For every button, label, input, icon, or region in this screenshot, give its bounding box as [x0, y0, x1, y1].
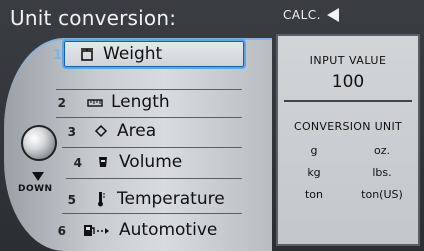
selector-knob[interactable] — [21, 125, 57, 161]
menu-item-weight[interactable]: 1 Weight — [53, 39, 246, 69]
menu-number: 2 — [57, 96, 66, 110]
calc-label: CALC. — [283, 8, 321, 22]
cup-icon — [94, 153, 112, 171]
menu-number: 3 — [67, 125, 76, 139]
page-title: Unit conversion: — [10, 6, 177, 30]
menu-divider — [66, 178, 242, 179]
menu-number: 1 — [52, 48, 62, 63]
unit-g[interactable]: g — [284, 144, 344, 157]
menu-divider — [62, 213, 242, 214]
menu-item-label: Area — [117, 121, 157, 141]
menu-item-volume[interactable]: 4 Volume — [66, 148, 246, 176]
down-label: DOWN — [18, 184, 53, 194]
unit-conversion-screen: Unit conversion: CALC. 1 Weight 2 Length… — [0, 0, 424, 251]
conversion-info-panel: INPUT VALUE 100 CONVERSION UNIT g oz. kg… — [276, 34, 420, 246]
ruler-icon — [86, 93, 104, 111]
fuel-pump-icon — [82, 221, 112, 239]
menu-item-length[interactable]: 2 Length — [58, 88, 246, 116]
conversion-unit-title: CONVERSION UNIT — [293, 120, 403, 133]
thermometer-icon — [92, 190, 110, 208]
diamond-icon — [92, 122, 110, 140]
weight-icon — [78, 45, 96, 63]
down-arrow-icon — [32, 172, 44, 181]
menu-item-label: Volume — [119, 152, 183, 172]
menu-item-label: Weight — [103, 44, 163, 64]
input-value: 100 — [331, 72, 365, 92]
menu-item-label: Length — [111, 92, 170, 112]
back-arrow-icon — [326, 8, 339, 22]
menu-number: 4 — [73, 156, 82, 170]
unit-ton-us[interactable]: ton(US) — [352, 188, 412, 201]
menu-item-area[interactable]: 3 Area — [66, 117, 246, 145]
panel-divider — [284, 100, 412, 102]
menu-number: 6 — [57, 224, 66, 238]
menu-item-automotive[interactable]: 6 Automotive — [58, 216, 246, 244]
calc-button[interactable]: CALC. — [283, 8, 339, 22]
menu-item-temperature[interactable]: 5 Temperature — [66, 185, 246, 213]
unit-lbs[interactable]: lbs. — [352, 166, 412, 179]
menu-item-label: Temperature — [117, 189, 225, 209]
menu-item-label: Automotive — [119, 220, 218, 240]
unit-oz[interactable]: oz. — [352, 144, 412, 157]
menu-number: 5 — [67, 193, 76, 207]
input-value-title: INPUT VALUE — [309, 54, 387, 67]
unit-ton[interactable]: ton — [284, 188, 344, 201]
unit-kg[interactable]: kg — [284, 166, 344, 179]
